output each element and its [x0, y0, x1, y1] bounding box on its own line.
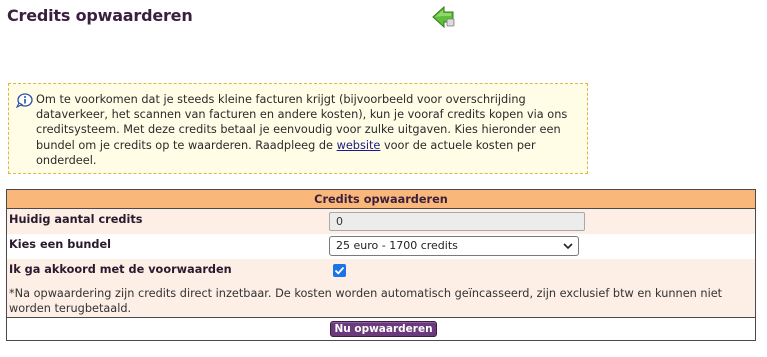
website-link[interactable]: website — [337, 139, 381, 152]
current-credits-row: Huidig aantal credits 0 — [7, 209, 755, 234]
chevron-down-icon — [563, 243, 573, 250]
bundle-row: Kies een bundel 25 euro - 1700 credits — [7, 234, 755, 259]
agree-row: Ik ga akkoord met de voorwaarden — [7, 259, 755, 284]
info-box: Om te voorkomen dat je steeds kleine fac… — [8, 83, 588, 174]
bundle-select[interactable]: 25 euro - 1700 credits — [329, 236, 579, 256]
submit-button[interactable]: Nu opwaarderen — [330, 321, 437, 337]
agree-checkbox[interactable] — [333, 264, 346, 277]
bundle-label: Kies een bundel — [9, 238, 112, 251]
page-title: Credits opwaarderen — [7, 6, 193, 25]
checkmark-icon — [334, 266, 345, 275]
info-icon — [15, 93, 33, 109]
submit-row: Nu opwaarderen — [7, 318, 755, 340]
current-credits-label: Huidig aantal credits — [9, 213, 143, 226]
disclaimer-note: *Na opwaardering zijn credits direct inz… — [7, 284, 755, 318]
current-credits-field: 0 — [329, 212, 585, 231]
bundle-selected-value: 25 euro - 1700 credits — [336, 239, 458, 252]
credits-form: Credits opwaarderen Huidig aantal credit… — [6, 189, 756, 341]
back-arrow-icon[interactable] — [432, 5, 456, 29]
form-header: Credits opwaarderen — [7, 190, 755, 209]
agree-label: Ik ga akkoord met de voorwaarden — [9, 263, 232, 276]
